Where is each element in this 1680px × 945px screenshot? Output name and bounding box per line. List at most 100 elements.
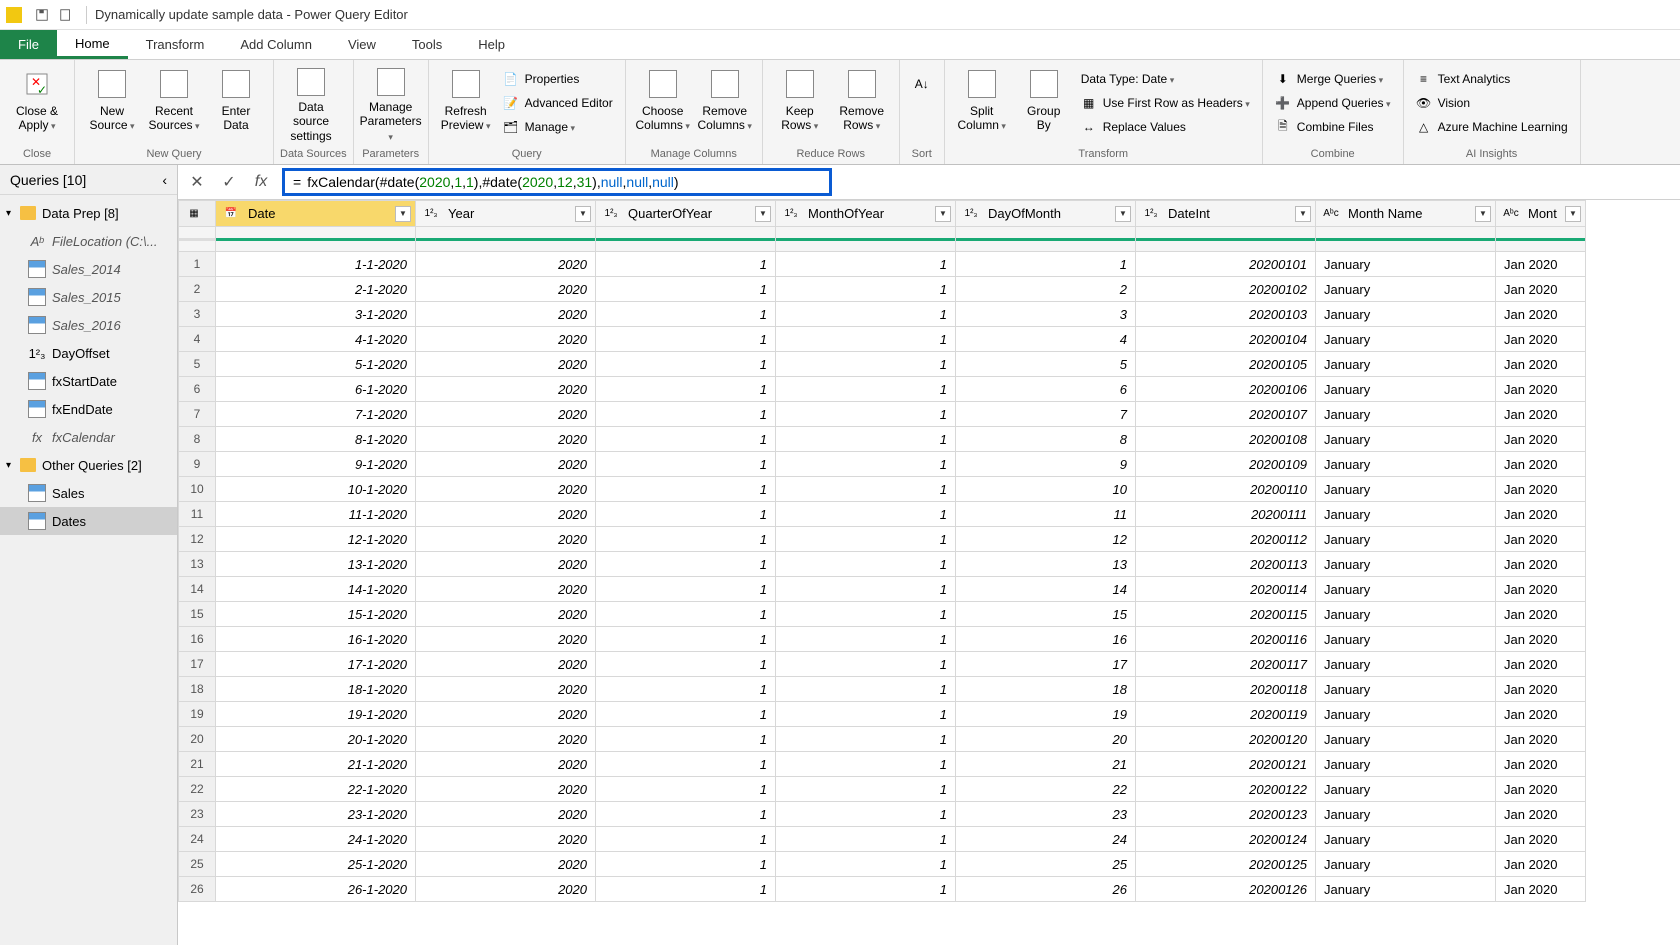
cell[interactable]: 1 [776,252,956,277]
cell[interactable]: 10 [956,477,1136,502]
cell[interactable]: Jan 2020 [1496,802,1586,827]
table-row[interactable]: 1616-1-20202020111620200116JanuaryJan 20… [179,627,1586,652]
data-type-button[interactable]: Data Type: Date [1075,67,1256,91]
cell[interactable]: 20200122 [1136,777,1316,802]
table-row[interactable]: 44-1-2020202011420200104JanuaryJan 2020 [179,327,1586,352]
cell[interactable]: 1 [776,727,956,752]
table-icon-header[interactable]: ▦ [179,201,216,227]
keep-rows-button[interactable]: Keep Rows [769,64,831,142]
data-grid[interactable]: ▦📅Date▼1²₃Year▼1²₃QuarterOfYear▼1²₃Month… [178,199,1680,945]
column-header[interactable]: 1²₃MonthOfYear▼ [776,201,956,227]
cell[interactable]: 26-1-2020 [216,877,416,902]
cell[interactable]: 20200111 [1136,502,1316,527]
cell[interactable]: 13 [956,552,1136,577]
cell[interactable]: 2020 [416,377,596,402]
cell[interactable]: 2020 [416,852,596,877]
cell[interactable]: 19-1-2020 [216,702,416,727]
cell[interactable]: Jan 2020 [1496,752,1586,777]
cell[interactable]: 1 [776,852,956,877]
cell[interactable]: January [1316,252,1496,277]
cell[interactable]: 1 [776,552,956,577]
cell[interactable]: 20200109 [1136,452,1316,477]
cell[interactable]: 20200104 [1136,327,1316,352]
cell[interactable]: 6-1-2020 [216,377,416,402]
cell[interactable]: 1 [596,277,776,302]
cell[interactable]: 2020 [416,802,596,827]
column-header[interactable]: 1²₃DayOfMonth▼ [956,201,1136,227]
cell[interactable]: January [1316,402,1496,427]
cell[interactable]: 20200126 [1136,877,1316,902]
filter-dropdown-icon[interactable]: ▼ [1115,206,1131,222]
cell[interactable]: Jan 2020 [1496,577,1586,602]
cell[interactable]: Jan 2020 [1496,827,1586,852]
cell[interactable]: 22 [956,777,1136,802]
cell[interactable]: January [1316,752,1496,777]
cell[interactable]: 11-1-2020 [216,502,416,527]
cell[interactable]: 1 [596,652,776,677]
properties-button[interactable]: 📄Properties [497,67,619,91]
column-header[interactable]: AᵇcMonth Name▼ [1316,201,1496,227]
cell[interactable]: 20200120 [1136,727,1316,752]
cell[interactable]: Jan 2020 [1496,627,1586,652]
cell[interactable]: Jan 2020 [1496,702,1586,727]
cell[interactable]: 1 [776,527,956,552]
merge-queries-button[interactable]: ⬇Merge Queries [1269,67,1397,91]
table-row[interactable]: 2626-1-20202020112620200126JanuaryJan 20… [179,877,1586,902]
table-row[interactable]: 1111-1-20202020111120200111JanuaryJan 20… [179,502,1586,527]
query-item[interactable]: Sales_2016 [0,311,177,339]
column-header[interactable]: AᵇcMont▼ [1496,201,1586,227]
table-row[interactable]: 55-1-2020202011520200105JanuaryJan 2020 [179,352,1586,377]
query-item[interactable]: Sales [0,479,177,507]
cell[interactable]: Jan 2020 [1496,427,1586,452]
cell[interactable]: January [1316,327,1496,352]
cell[interactable]: 17-1-2020 [216,652,416,677]
cell[interactable]: January [1316,427,1496,452]
cell[interactable]: 2020 [416,677,596,702]
cell[interactable]: 20200102 [1136,277,1316,302]
cell[interactable]: 1 [776,327,956,352]
cell[interactable]: 1 [776,627,956,652]
combine-files-button[interactable]: 🗎Combine Files [1269,115,1397,139]
table-row[interactable]: 2525-1-20202020112520200125JanuaryJan 20… [179,852,1586,877]
split-column-button[interactable]: Split Column [951,64,1013,142]
cell[interactable]: 2020 [416,752,596,777]
cell[interactable]: 1 [776,777,956,802]
cell[interactable]: January [1316,802,1496,827]
tab-add-column[interactable]: Add Column [222,30,330,59]
cell[interactable]: January [1316,352,1496,377]
cell[interactable]: 3 [956,302,1136,327]
cell[interactable]: 15 [956,602,1136,627]
cell[interactable]: 18-1-2020 [216,677,416,702]
cell[interactable]: 2020 [416,527,596,552]
table-row[interactable]: 2121-1-20202020112120200121JanuaryJan 20… [179,752,1586,777]
cell[interactable]: 25 [956,852,1136,877]
tab-transform[interactable]: Transform [128,30,223,59]
cell[interactable]: Jan 2020 [1496,527,1586,552]
cell[interactable]: 1 [776,602,956,627]
cell[interactable]: Jan 2020 [1496,252,1586,277]
cell[interactable]: 1 [596,702,776,727]
cell[interactable]: Jan 2020 [1496,877,1586,902]
table-row[interactable]: 1919-1-20202020111920200119JanuaryJan 20… [179,702,1586,727]
cell[interactable]: 2020 [416,502,596,527]
fx-icon[interactable]: fx [250,171,272,193]
cell[interactable]: Jan 2020 [1496,652,1586,677]
cell[interactable]: 16-1-2020 [216,627,416,652]
manage-button[interactable]: 🗂Manage [497,115,619,139]
cell[interactable]: 10-1-2020 [216,477,416,502]
cell[interactable]: 1 [776,452,956,477]
filter-dropdown-icon[interactable]: ▼ [755,206,771,222]
cell[interactable]: 1 [776,402,956,427]
cell[interactable]: Jan 2020 [1496,502,1586,527]
cell[interactable]: Jan 2020 [1496,377,1586,402]
append-queries-button[interactable]: ➕Append Queries [1269,91,1397,115]
cell[interactable]: January [1316,727,1496,752]
advanced-editor-button[interactable]: 📝Advanced Editor [497,91,619,115]
cell[interactable]: 12-1-2020 [216,527,416,552]
cell[interactable]: Jan 2020 [1496,477,1586,502]
query-item[interactable]: AᵇFileLocation (C:\... [0,227,177,255]
cell[interactable]: Jan 2020 [1496,327,1586,352]
vision-button[interactable]: 👁Vision [1410,91,1574,115]
cell[interactable]: January [1316,677,1496,702]
cell[interactable]: 1 [596,852,776,877]
